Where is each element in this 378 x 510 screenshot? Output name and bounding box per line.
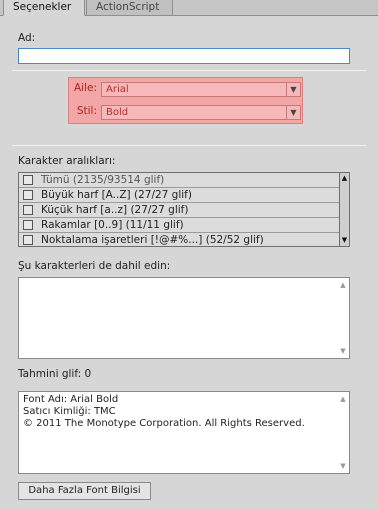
textarea-scrollbar[interactable]: ▲ ▼ [338,279,348,357]
ranges-list[interactable]: Tümü (2135/93514 glif) Büyük harf [A..Z]… [18,172,350,247]
chevron-down-icon[interactable]: ▼ [286,83,300,96]
style-label: Stil: [76,105,97,117]
tab-actionscript[interactable]: ActionScript [86,0,173,16]
font-name: Font Adı: Arial Bold [23,394,119,405]
checkbox[interactable] [23,235,33,245]
scroll-down-icon[interactable]: ▼ [338,462,348,470]
chevron-down-icon[interactable]: ▼ [286,106,300,119]
scroll-up-icon[interactable]: ▲ [338,281,348,289]
font-info-box: Font Adı: Arial Bold Satıcı Kimliği: TMC… [18,391,350,474]
divider [12,145,366,146]
tab-bar: Seçenekler ActionScript [0,0,378,16]
list-item[interactable]: Tümü (2135/93514 glif) [19,173,341,188]
checkbox[interactable] [23,175,33,185]
checkbox[interactable] [23,190,33,200]
include-label: Şu karakterleri de dahil edin: [18,260,171,272]
font-selector-panel: Aile: Arial ▼ Stil: Bold ▼ [68,77,303,124]
vendor-id: Satıcı Kimliği: TMC [23,406,116,417]
family-select[interactable]: Arial ▼ [101,82,301,97]
list-item[interactable]: Küçük harf [a..z] (27/27 glif) [19,203,341,218]
divider [12,70,366,71]
scroll-down-icon[interactable]: ▼ [338,347,348,355]
name-label: Ad: [18,32,36,44]
textarea-scrollbar[interactable]: ▲ ▼ [338,393,348,472]
list-item[interactable]: Rakamlar [0..9] (11/11 glif) [19,218,341,233]
copyright: © 2011 The Monotype Corporation. All Rig… [23,418,305,429]
checkbox[interactable] [23,220,33,230]
scroll-up-icon[interactable]: ▲ [340,174,349,183]
include-textarea[interactable]: ▲ ▼ [18,277,350,359]
style-select[interactable]: Bold ▼ [101,105,301,120]
scroll-down-icon[interactable]: ▼ [340,236,349,245]
name-input[interactable] [18,48,350,64]
list-item[interactable]: Noktalama işaretleri [!@#%...] (52/52 gl… [19,233,341,246]
family-label: Aile: [73,82,97,94]
checkbox[interactable] [23,205,33,215]
ranges-label: Karakter aralıkları: [18,155,116,167]
more-font-info-button[interactable]: Daha Fazla Font Bilgisi [18,482,151,500]
list-scrollbar[interactable]: ▲ ▼ [339,173,349,246]
scroll-up-icon[interactable]: ▲ [338,395,348,403]
estimated-glyphs: Tahmini glif: 0 [18,368,92,380]
style-value: Bold [106,107,129,118]
family-value: Arial [106,84,129,95]
tab-options[interactable]: Seçenekler [3,0,85,16]
list-item[interactable]: Büyük harf [A..Z] (27/27 glif) [19,188,341,203]
